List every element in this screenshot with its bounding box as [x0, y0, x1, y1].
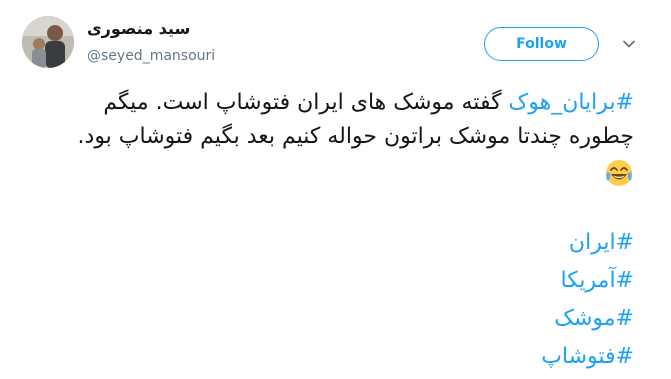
- hashtag-list: #ایران #آمریکا #موشک #فتوشاپ: [20, 224, 634, 376]
- avatar-photo: [22, 16, 74, 68]
- hashtag-link[interactable]: #ایران: [569, 230, 634, 255]
- display-name[interactable]: سید منصوری: [87, 19, 190, 38]
- hashtag-link[interactable]: #موشک: [554, 306, 634, 331]
- hashtag-link[interactable]: #برایان_هوک: [509, 90, 634, 115]
- hashtag-link[interactable]: #فتوشاپ: [541, 344, 634, 369]
- avatar[interactable]: [22, 16, 74, 68]
- face-with-tears-of-joy-icon: [606, 160, 632, 186]
- chevron-down-icon[interactable]: [621, 36, 637, 52]
- emoji-line: [20, 156, 634, 194]
- follow-button[interactable]: Follow: [484, 27, 599, 61]
- tweet-line-2: چطوره چندتا موشک براتون حواله کنیم بعد ب…: [77, 124, 634, 149]
- tweet-line-1: #برایان_هوک گفته موشک های ایران فتوشاپ ا…: [20, 86, 634, 120]
- user-handle[interactable]: @seyed_mansouri: [87, 48, 215, 64]
- tweet-text: #برایان_هوک گفته موشک های ایران فتوشاپ ا…: [20, 86, 634, 376]
- tweet-line-1-text: گفته موشک های ایران فتوشاپ است. میگم: [103, 90, 509, 115]
- hashtag-link[interactable]: #آمریکا: [561, 268, 634, 293]
